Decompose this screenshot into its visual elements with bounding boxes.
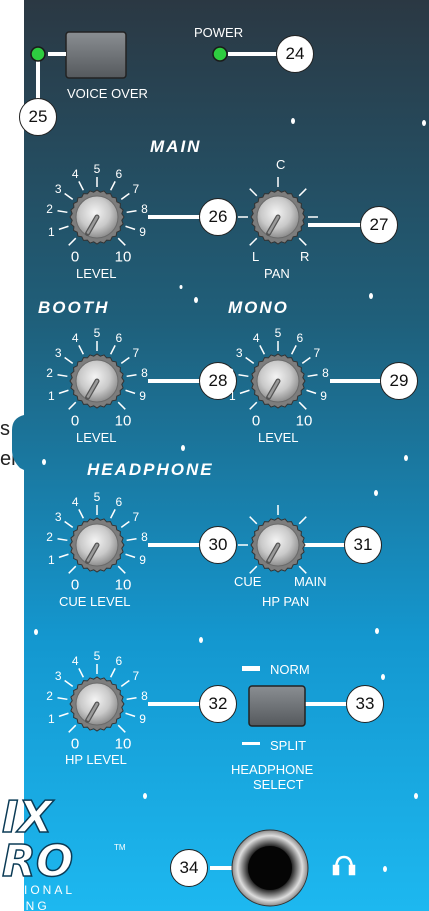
power-led — [212, 46, 228, 62]
scale-number-8: 8 — [141, 366, 148, 381]
callout-31: 31 — [344, 526, 382, 564]
scale-number-10: 10 — [114, 576, 132, 594]
headphone-select-title-1: HEADPHONE — [231, 762, 314, 777]
headphone-select-button[interactable] — [248, 685, 306, 727]
callout-24: 24 — [276, 35, 314, 73]
norm-label: NORM — [270, 662, 310, 677]
split-indicator — [242, 742, 260, 745]
scale-number-4: 4 — [71, 167, 79, 182]
scale-number-8: 8 — [141, 530, 148, 545]
scale-number-8: 8 — [322, 366, 329, 381]
main-level-label: LEVEL — [76, 266, 117, 281]
scale-number-8: 8 — [141, 202, 148, 217]
split-label: SPLIT — [270, 738, 307, 753]
section-booth: BOOTH — [38, 298, 110, 317]
svg-text:IXING: IXING — [2, 899, 50, 911]
scale-number-5: 5 — [93, 649, 101, 663]
scale-number-9: 9 — [320, 388, 327, 403]
scale-number-5: 5 — [93, 326, 101, 340]
hp-pan-label: HP PAN — [262, 594, 310, 609]
scale-number-6: 6 — [115, 495, 123, 510]
scale-number-7: 7 — [132, 345, 140, 360]
scale-number-2: 2 — [46, 366, 53, 381]
scale-number-0: 0 — [70, 412, 80, 430]
callout-30: 30 — [199, 526, 237, 564]
scale-number-6: 6 — [296, 331, 304, 346]
headphone-select-title-2: SELECT — [253, 777, 304, 792]
hp-pan-main-mark: MAIN — [294, 574, 327, 589]
panel-background — [12, 0, 429, 911]
scale-number-7: 7 — [313, 345, 321, 360]
booth-level-label: LEVEL — [76, 430, 117, 445]
scale-number-6: 6 — [115, 167, 123, 182]
scale-number-9: 9 — [139, 388, 146, 403]
scale-number-1: 1 — [229, 388, 236, 403]
pan-center-mark: C — [276, 157, 286, 172]
scale-number-3: 3 — [54, 668, 62, 683]
scale-number-3: 3 — [54, 181, 62, 196]
scale-number-10: 10 — [114, 248, 132, 266]
scale-number-4: 4 — [71, 331, 79, 346]
cue-level-label: CUE LEVEL — [59, 594, 131, 609]
voice-over-led — [30, 46, 46, 62]
callout-26: 26 — [199, 198, 237, 236]
scale-number-5: 5 — [93, 490, 101, 504]
scale-number-6: 6 — [115, 331, 123, 346]
svg-text:RO: RO — [2, 836, 73, 887]
callout-33: 33 — [346, 685, 384, 723]
scale-number-7: 7 — [132, 509, 140, 524]
svg-text:TM: TM — [114, 843, 126, 852]
scale-number-4: 4 — [252, 331, 260, 346]
hp-pan-cue-mark: CUE — [234, 574, 262, 589]
scale-number-3: 3 — [54, 345, 62, 360]
scale-number-7: 7 — [132, 668, 140, 683]
callout-25: 25 — [19, 98, 57, 136]
scale-number-0: 0 — [70, 576, 80, 594]
section-mono: MONO — [228, 298, 289, 317]
callout-34: 34 — [170, 849, 208, 887]
scale-number-1: 1 — [48, 224, 55, 239]
scale-number-2: 2 — [46, 202, 53, 217]
scale-number-10: 10 — [114, 735, 132, 753]
scale-number-6: 6 — [115, 654, 123, 669]
pan-label: PAN — [264, 266, 290, 281]
scale-number-3: 3 — [54, 509, 62, 524]
voice-over-label: VOICE OVER — [67, 86, 148, 101]
mono-level-label: LEVEL — [258, 430, 299, 445]
scale-number-10: 10 — [114, 412, 132, 430]
scale-number-10: 10 — [295, 412, 313, 430]
pan-right-mark: R — [300, 249, 310, 264]
pan-left-mark: L — [252, 249, 260, 264]
scale-number-9: 9 — [139, 552, 146, 567]
scale-number-2: 2 — [227, 366, 234, 381]
power-label: POWER — [194, 25, 244, 40]
scale-number-5: 5 — [274, 326, 282, 340]
callout-29: 29 — [380, 362, 418, 400]
scale-number-1: 1 — [48, 711, 55, 726]
scale-number-2: 2 — [46, 530, 53, 545]
scale-number-3: 3 — [235, 345, 243, 360]
mixer-panel: IX RO TM SSIONAL IXING VOICE OVER POWER … — [0, 0, 429, 911]
callout-32: 32 — [199, 685, 237, 723]
scale-number-1: 1 — [48, 552, 55, 567]
section-main: MAIN — [150, 137, 202, 156]
norm-indicator — [242, 666, 260, 671]
scale-number-1: 1 — [48, 388, 55, 403]
scale-number-0: 0 — [70, 735, 80, 753]
scale-number-7: 7 — [132, 181, 140, 196]
voice-over-button[interactable] — [65, 31, 127, 79]
scale-number-0: 0 — [251, 412, 261, 430]
scale-number-5: 5 — [93, 162, 101, 176]
hp-level-label: HP LEVEL — [65, 752, 127, 767]
scale-number-4: 4 — [71, 495, 79, 510]
svg-text:SSIONAL: SSIONAL — [2, 883, 75, 897]
scale-number-4: 4 — [71, 654, 79, 669]
scale-number-8: 8 — [141, 689, 148, 704]
callout-27: 27 — [360, 206, 398, 244]
scale-number-0: 0 — [70, 248, 80, 266]
section-headphone: HEADPHONE — [87, 460, 214, 479]
scale-number-2: 2 — [46, 689, 53, 704]
scale-number-9: 9 — [139, 224, 146, 239]
scale-number-9: 9 — [139, 711, 146, 726]
